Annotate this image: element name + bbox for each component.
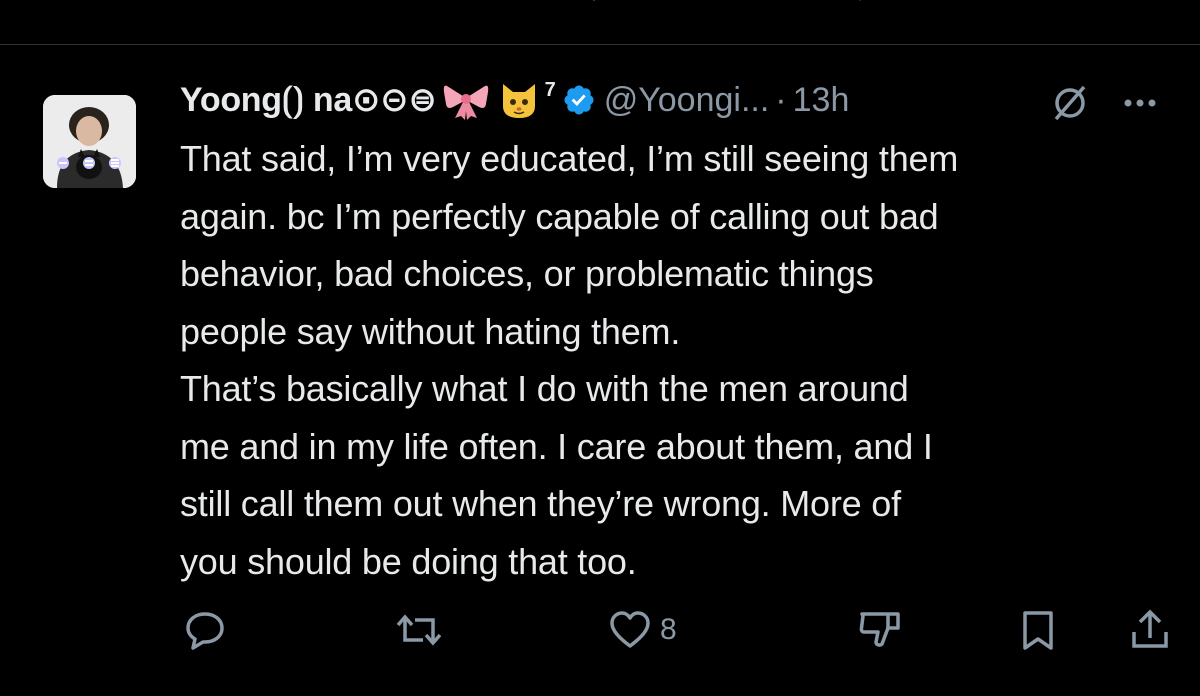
share-button[interactable] (1128, 605, 1172, 655)
avatar[interactable] (43, 95, 136, 188)
tweet-text-line: again. bc I’m perfectly capable of calli… (180, 195, 939, 237)
tweet-text-line: behavior, bad choices, or problematic th… (180, 253, 874, 294)
tweet-text-line: That’s basically what I do with the men … (180, 368, 909, 409)
dislike-button[interactable] (858, 605, 902, 655)
bookmark-button[interactable] (1018, 605, 1058, 655)
verified-badge-icon (562, 83, 596, 117)
timestamp[interactable]: 13h (793, 75, 850, 125)
tweet-text-line: people say without hating them. (180, 310, 681, 352)
reply-icon (183, 608, 227, 652)
reply-button[interactable] (183, 605, 227, 655)
thumbs-down-icon (858, 608, 902, 652)
cat-face-icon (499, 80, 539, 120)
tweet-header-right (1050, 83, 1160, 123)
tweet-text-line: me and in my life often. I care about th… (180, 425, 933, 467)
share-icon (1128, 608, 1172, 652)
more-icon[interactable] (1120, 83, 1160, 123)
superscript-seven: 7 (544, 79, 556, 101)
tweet-header: Yoong⟮⟯ na⊙⊝⊜ 7 @Yoongi... · 13h (180, 75, 849, 125)
tweet-actions: 8 (0, 605, 1200, 655)
bookmark-icon[interactable] (840, 0, 900, 16)
reply-icon[interactable] (270, 0, 330, 16)
like-count: 8 (660, 613, 677, 646)
repost-button[interactable] (395, 605, 443, 655)
tweet-text: That said, I’m very educated, I’m still … (180, 130, 1170, 590)
repost-icon (395, 608, 443, 652)
like-button[interactable]: 8 (608, 605, 677, 655)
tweet-text-line: still call them out when they’re wrong. … (180, 483, 901, 524)
previous-tweet-actions (0, 0, 1200, 45)
heart-icon (608, 608, 652, 652)
tweet-text-line: you should be doing that too. (180, 540, 637, 582)
ribbon-icon (443, 80, 489, 120)
handle[interactable]: @Yoongi... (604, 75, 770, 125)
tweet[interactable]: Yoong⟮⟯ na⊙⊝⊜ 7 @Yoongi... · 13h That sa… (0, 45, 1200, 696)
bookmark-icon (1018, 608, 1058, 652)
separator-dot: · (775, 81, 787, 119)
display-name[interactable]: Yoong⟮⟯ na⊙⊝⊜ (180, 75, 437, 125)
chevron-down-icon[interactable] (570, 0, 630, 16)
tweet-text-line: That said, I’m very educated, I’m still … (180, 138, 959, 179)
mute-icon[interactable] (1050, 83, 1090, 123)
